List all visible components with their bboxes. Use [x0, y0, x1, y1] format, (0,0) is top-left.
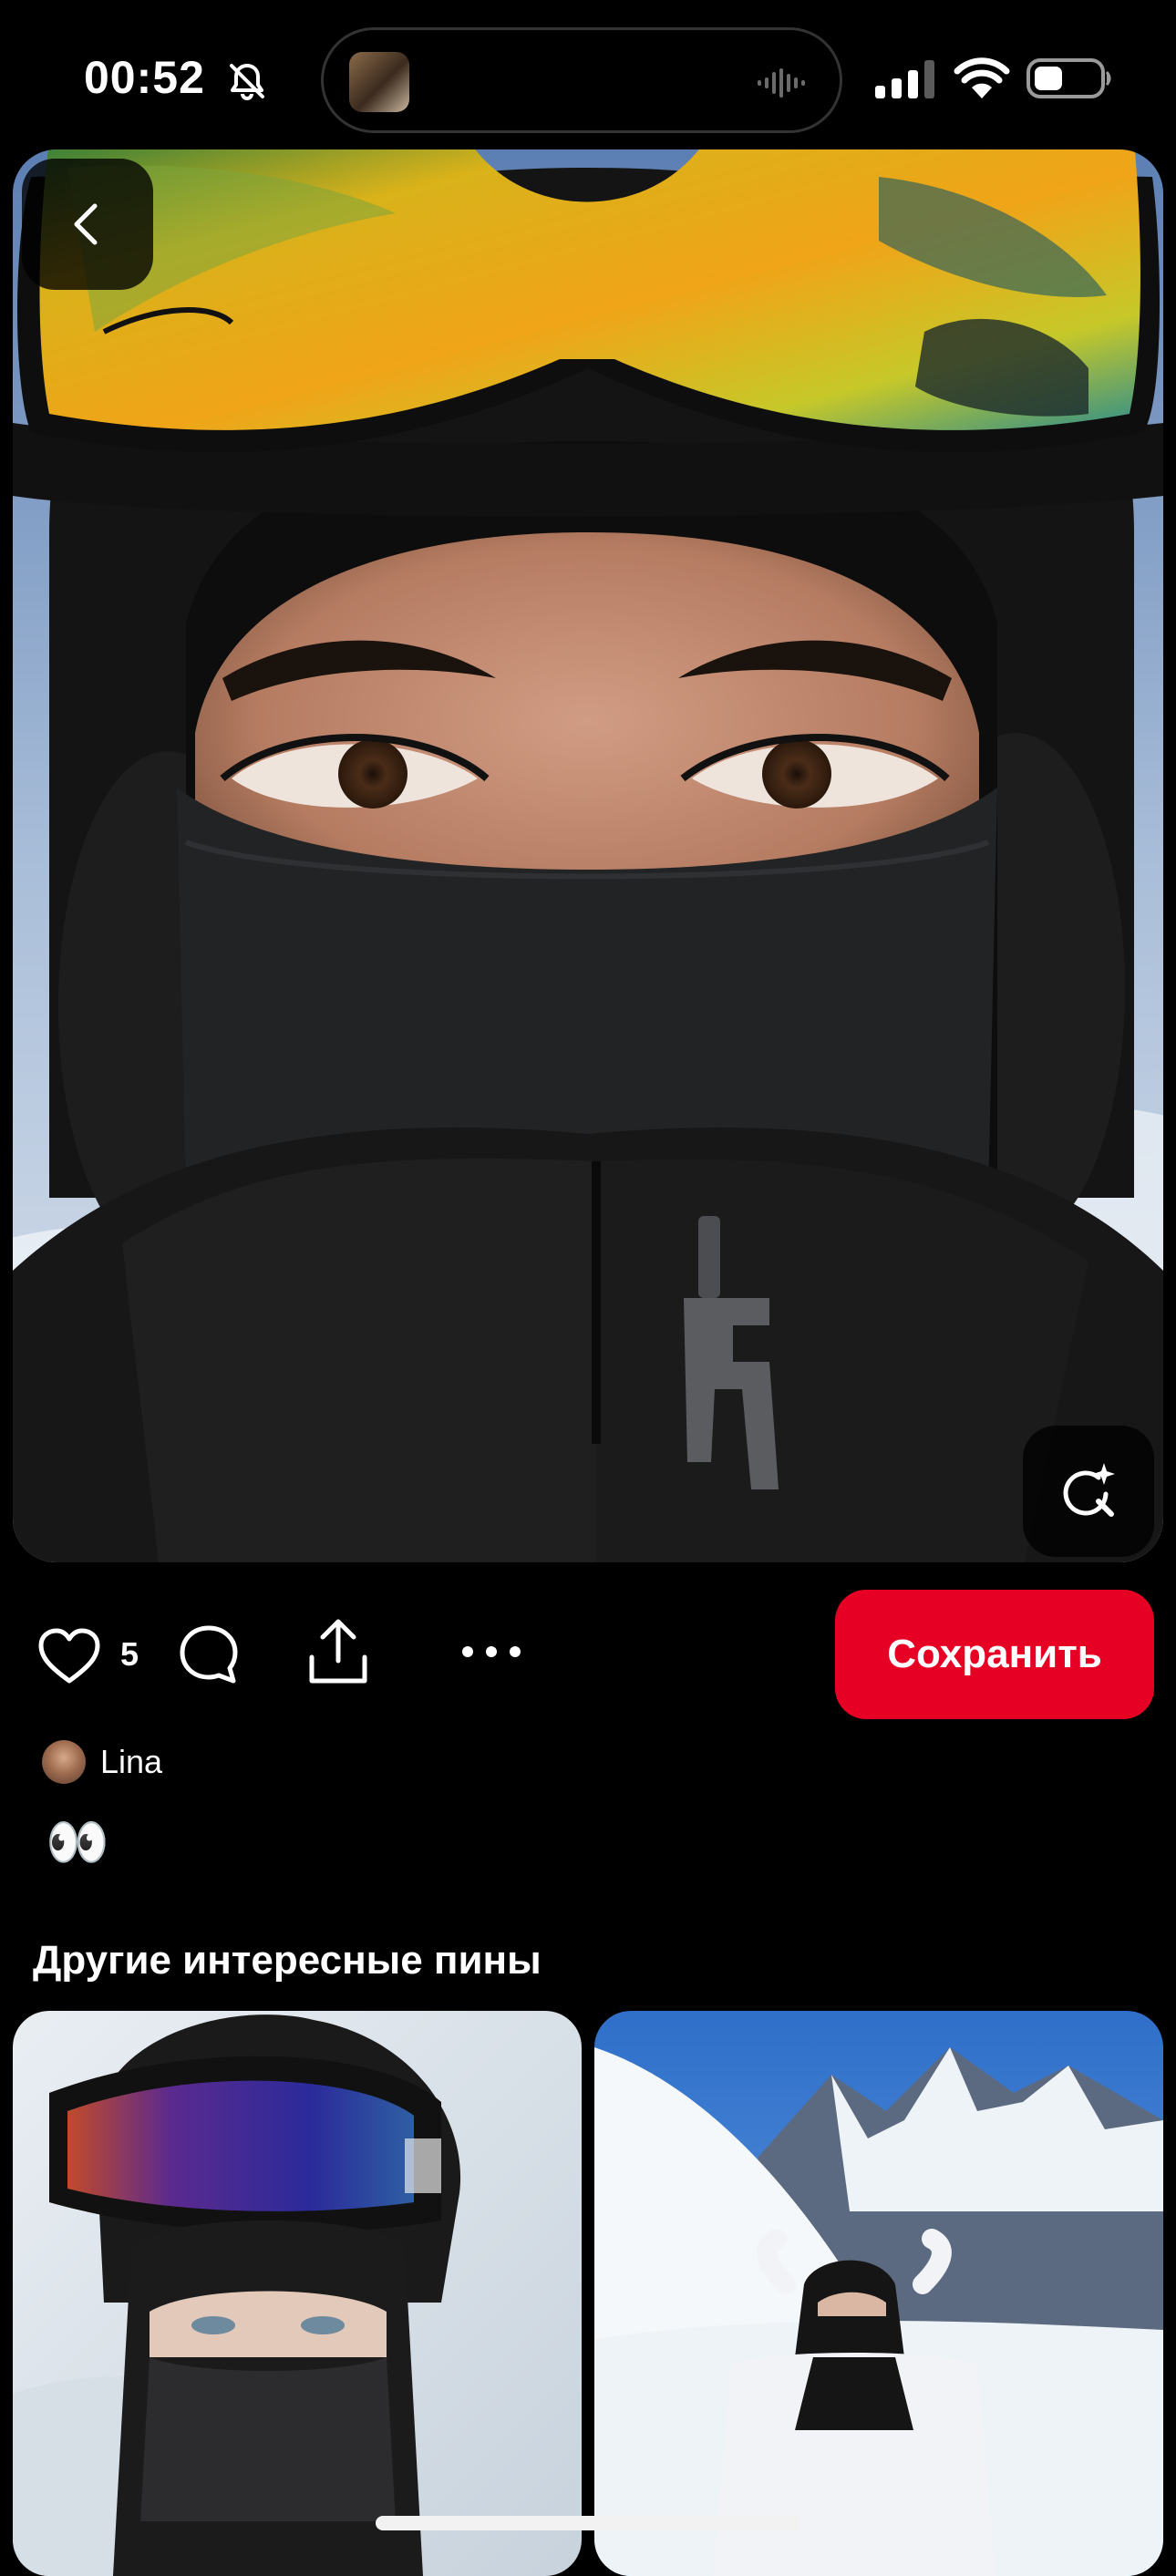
back-button[interactable]: [22, 159, 153, 290]
avatar[interactable]: [42, 1740, 86, 1784]
audio-wave-icon: [758, 68, 805, 98]
signal-icon: [875, 60, 934, 98]
wifi-icon: [954, 57, 1010, 98]
more-options-icon[interactable]: [459, 1639, 523, 1664]
author-name[interactable]: Lina: [100, 1743, 162, 1781]
pin-description: 👀: [46, 1813, 109, 1872]
battery-icon: [1026, 58, 1111, 98]
heart-icon[interactable]: [38, 1628, 100, 1685]
home-indicator[interactable]: [376, 2516, 800, 2530]
save-button[interactable]: Сохранить: [835, 1590, 1154, 1719]
silent-mode-icon: [230, 64, 264, 100]
dynamic-island[interactable]: [321, 27, 842, 133]
chevron-left-icon: [74, 203, 98, 245]
status-time: 00:52: [84, 52, 205, 103]
pin-author[interactable]: Lina: [42, 1739, 162, 1785]
more-pins-title: Другие интересные пины: [33, 1938, 542, 1983]
related-pin-card[interactable]: [13, 2011, 582, 2576]
now-playing-thumbnail: [349, 52, 409, 112]
share-icon[interactable]: [306, 1617, 370, 1686]
like-count: 5: [120, 1635, 139, 1673]
pin-action-bar: 5 Сохранить: [0, 1586, 1176, 1723]
comment-icon[interactable]: [179, 1624, 239, 1685]
related-pin-card[interactable]: [594, 2011, 1163, 2576]
visual-search-icon: [1063, 1463, 1115, 1517]
pin-image[interactable]: [13, 149, 1163, 1562]
visual-search-button[interactable]: [1023, 1426, 1154, 1557]
status-bar: 00:52: [0, 0, 1176, 155]
